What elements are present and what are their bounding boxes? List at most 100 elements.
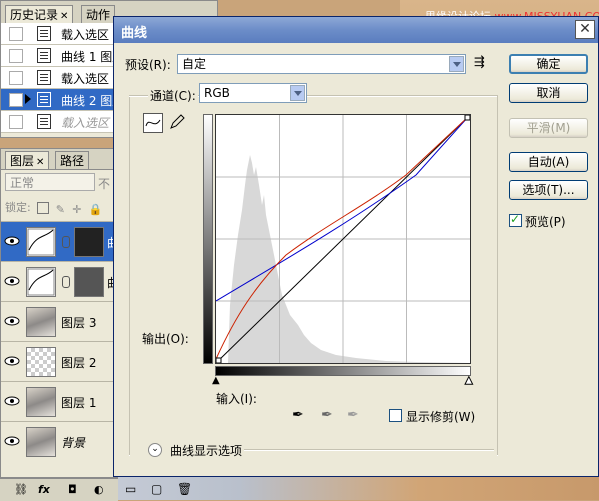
curve-graph-svg[interactable] [216,115,470,363]
output-label: 输出(O): [142,330,189,347]
history-doc-icon [37,114,51,129]
layer-name: 背景 [61,434,85,451]
tab-layers[interactable]: 图层✕ [5,151,49,169]
lock-row: 锁定: ✎ ✛ 🔒 [5,199,99,215]
close-icon[interactable]: ✕ [36,157,44,168]
layer-row[interactable]: 背景 [1,421,119,461]
layer-name: 图层 3 [61,314,96,331]
trash-icon[interactable]: 🗑 [177,482,192,496]
adjustment-icon[interactable]: ◐ [94,483,104,496]
layer-mask-thumbnail[interactable] [74,227,104,257]
link-icon[interactable]: ⛓ [14,483,28,496]
tab-paths-label: 路径 [60,154,84,168]
tab-actions[interactable]: 动作 [81,5,115,23]
chevron-down-icon[interactable]: ⌄ [148,443,162,457]
group-border [129,95,130,456]
layer-row[interactable]: 曲 [1,221,119,261]
curves-dialog: 曲线 ✕ 预设(R): 自定 ⇶ 通道(C): RGB [113,16,599,477]
preset-options-icon[interactable]: ⇶ [474,55,485,70]
history-brush-checkbox[interactable] [9,49,23,63]
bottom-toolbar: ▭ ▢ 🗑 [113,478,413,500]
history-doc-icon [37,48,51,63]
input-gradient-bar [215,366,471,376]
ok-button[interactable]: 确定 [509,54,588,74]
channel-label: 通道(C): [148,87,198,104]
blend-mode-value: 正常 [10,176,34,190]
histogram [228,155,470,363]
layer-thumbnail [26,347,56,377]
auto-button[interactable]: 自动(A) [509,152,588,172]
curves-adjustment-icon [26,227,56,257]
preset-select[interactable]: 自定 [177,54,466,74]
opacity-label: 不 [98,175,110,192]
layers-tabbar: 图层✕ 路径 [1,149,117,170]
visibility-eye-icon[interactable] [4,395,20,407]
layers-footer: ⛓ fx ◘ ◐ [0,478,118,501]
black-eyedropper-icon[interactable]: ✒ [292,407,304,423]
mask-link-icon[interactable] [62,276,70,288]
curve-point-top[interactable] [465,115,470,120]
black-point-slider-icon[interactable]: ▲ [212,375,220,386]
preset-value: 自定 [182,57,206,71]
curve-options-label[interactable]: 曲线显示选项 [170,442,242,459]
gray-eyedropper-icon[interactable]: ✒ [321,407,333,423]
lock-brush-icon[interactable]: ✎ [56,203,66,213]
lock-move-icon[interactable]: ✛ [72,203,82,213]
curve-point-bottom[interactable] [216,358,221,363]
folder-icon[interactable]: ▭ [125,482,136,496]
new-layer-icon[interactable]: ▢ [151,482,162,496]
cancel-button[interactable]: 取消 [509,83,588,103]
curve-edit-tool-icon[interactable] [143,113,163,133]
history-brush-checkbox[interactable] [9,115,23,129]
show-clipping-label: 显示修剪(W) [406,408,475,425]
layer-mask-thumbnail[interactable] [74,267,104,297]
channel-value: RGB [204,86,230,100]
show-clipping-checkbox[interactable] [389,409,402,422]
layer-row[interactable]: 图层 1 [1,381,119,421]
visibility-eye-icon[interactable] [4,275,20,287]
history-doc-icon [37,92,51,107]
white-eyedropper-icon[interactable]: ✒ [347,407,359,423]
options-button[interactable]: 选项(T)... [509,180,588,200]
close-button[interactable]: ✕ [575,20,595,39]
history-state-arrow-icon [25,94,31,104]
curve-graph[interactable] [215,114,471,364]
mask-link-icon[interactable] [62,236,70,248]
layer-thumbnail [26,387,56,417]
options-divider [244,449,494,451]
chevron-down-icon[interactable] [290,85,305,101]
preset-label: 预设(R): [125,56,171,73]
layer-row[interactable]: 图层 2 [1,341,119,381]
visibility-eye-icon[interactable] [4,235,20,247]
tab-history[interactable]: 历史记录✕ [5,5,73,23]
lock-transparency-icon[interactable] [37,202,49,214]
history-brush-checkbox[interactable] [9,93,23,107]
visibility-eye-icon[interactable] [4,355,20,367]
layer-row[interactable]: 图层 3 [1,301,119,341]
history-item-label: 载入选区 [61,114,109,131]
preview-checkbox[interactable] [509,214,522,227]
close-icon[interactable]: ✕ [60,11,68,22]
dialog-title: 曲线 [121,22,147,41]
smooth-button[interactable]: 平滑(M) [509,118,588,138]
lock-all-icon[interactable]: 🔒 [89,203,99,213]
chevron-down-icon[interactable] [449,56,464,72]
mask-icon[interactable]: ◘ [68,483,77,496]
pencil-icon[interactable] [168,113,188,133]
blend-mode-select[interactable]: 正常 [5,173,95,191]
history-item-label: 载入选区 [61,70,109,87]
tab-paths[interactable]: 路径 [55,151,89,169]
layer-row[interactable]: 曲 [1,261,119,301]
visibility-eye-icon[interactable] [4,315,20,327]
layer-thumbnail [26,427,56,457]
history-brush-checkbox[interactable] [9,27,23,41]
layer-name: 图层 1 [61,394,96,411]
visibility-eye-icon[interactable] [4,435,20,447]
white-point-slider-icon[interactable]: ▲ [465,375,473,386]
history-item-label: 载入选区 [61,26,109,43]
history-brush-checkbox[interactable] [9,71,23,85]
fx-icon[interactable]: fx [38,483,50,496]
channel-select[interactable]: RGB [199,83,307,103]
group-border [497,95,498,456]
dialog-titlebar[interactable]: 曲线 ✕ [114,17,598,43]
